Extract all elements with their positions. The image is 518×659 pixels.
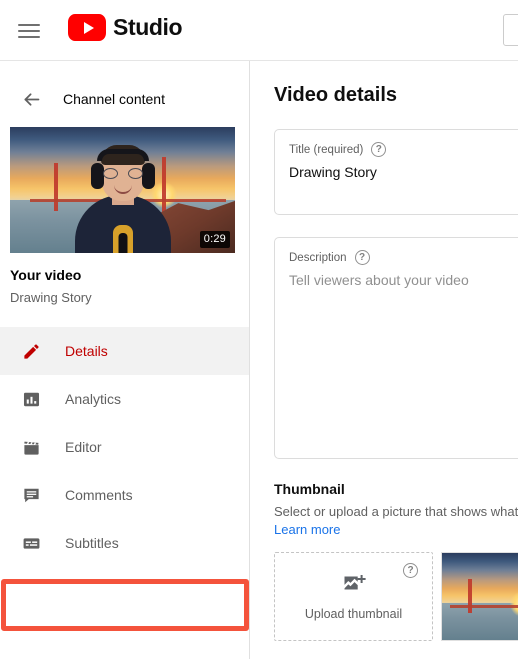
thumbnail-options-row: ? Upload thumbnail: [274, 552, 518, 641]
video-card[interactable]: 0:29 Your video Drawing Story: [10, 127, 235, 305]
page-title: Video details: [274, 84, 398, 106]
sidebar-item-label: Details: [65, 343, 108, 359]
sidebar-item-details[interactable]: Details: [0, 327, 249, 375]
youtube-play-logo-icon: [68, 14, 106, 41]
studio-brand[interactable]: Studio: [68, 14, 183, 41]
search-input[interactable]: [503, 14, 518, 46]
description-field[interactable]: Description ? Tell viewers about your vi…: [274, 237, 518, 459]
existing-thumbnail-option[interactable]: [441, 552, 518, 641]
title-field-label-row: Title (required) ?: [289, 142, 387, 157]
description-field-label-row: Description ?: [289, 250, 370, 265]
add-image-icon: [341, 572, 367, 601]
thumbnail-section-title: Thumbnail: [274, 481, 345, 497]
title-field[interactable]: Title (required) ? Drawing Story: [274, 129, 518, 215]
subtitles-highlight-annotation: [1, 579, 249, 631]
help-circle-icon[interactable]: ?: [371, 142, 387, 157]
sidebar-item-comments[interactable]: Comments: [0, 471, 249, 519]
sidebar-item-label: Comments: [65, 487, 133, 503]
comment-icon: [19, 483, 43, 507]
video-title: Your video: [10, 267, 82, 283]
sidebar-item-label: Analytics: [65, 391, 122, 407]
help-circle-icon[interactable]: ?: [403, 563, 418, 578]
thumbnail-section: Thumbnail Select or upload a picture tha…: [274, 481, 518, 641]
back-arrow-icon[interactable]: [19, 87, 43, 111]
clapperboard-icon: [19, 435, 43, 459]
title-field-label: Title (required): [289, 143, 364, 156]
description-field-label: Description: [289, 251, 347, 264]
thumbnail-section-description: Select or upload a picture that shows wh…: [274, 504, 518, 519]
sidebar: Channel content 0:29 Your video Drawing …: [0, 61, 250, 659]
subtitles-icon: [19, 531, 43, 555]
video-duration-badge: 0:29: [199, 231, 230, 248]
brand-label: Studio: [113, 14, 183, 40]
sidebar-item-editor[interactable]: Editor: [0, 423, 249, 471]
video-thumbnail-golden-gate: 0:29: [10, 127, 235, 253]
hamburger-menu-icon[interactable]: [18, 21, 44, 41]
app-header: Studio: [0, 0, 518, 61]
sidebar-header: Channel content: [0, 81, 250, 117]
sidebar-heading: Channel content: [63, 91, 165, 107]
sidebar-item-label: Subtitles: [65, 535, 119, 551]
video-subtitle: Drawing Story: [10, 290, 92, 305]
bar-chart-icon: [19, 387, 43, 411]
sidebar-item-subtitles[interactable]: Subtitles: [0, 519, 249, 567]
learn-more-link[interactable]: Learn more: [274, 522, 340, 537]
upload-thumbnail-button[interactable]: ? Upload thumbnail: [274, 552, 433, 641]
sidebar-nav: Details Analytics Editor Comments Subtit…: [0, 327, 249, 567]
description-field-placeholder: Tell viewers about your video: [289, 272, 469, 288]
pencil-icon: [19, 339, 43, 363]
sidebar-item-analytics[interactable]: Analytics: [0, 375, 249, 423]
main-content: Video details Title (required) ? Drawing…: [251, 61, 518, 659]
title-field-value: Drawing Story: [289, 164, 377, 180]
sidebar-item-label: Editor: [65, 439, 102, 455]
help-circle-icon[interactable]: ?: [354, 250, 370, 265]
upload-thumbnail-label: Upload thumbnail: [304, 607, 403, 621]
